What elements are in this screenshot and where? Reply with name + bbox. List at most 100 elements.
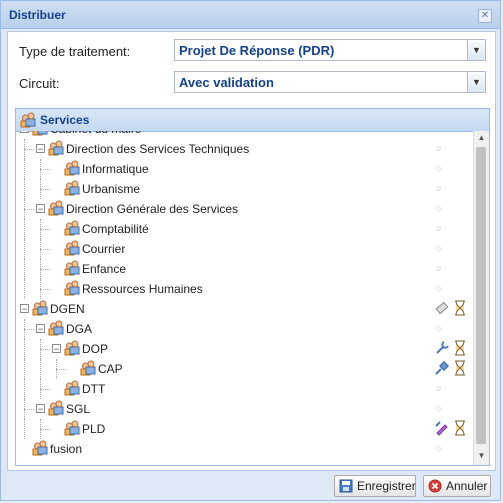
tree-guide [24, 359, 25, 379]
tree-node[interactable]: − DGA [16, 319, 474, 339]
tree-node[interactable]: Enfance [16, 259, 474, 279]
circuit-combo[interactable]: Avec validation ▼ [174, 71, 486, 93]
pin-icon[interactable] [434, 300, 450, 316]
status-dot-icon [436, 226, 441, 231]
tree-guide [24, 379, 25, 399]
tree-connector [24, 149, 34, 150]
tree-node-label[interactable]: PLD [82, 422, 105, 436]
tree-connector [24, 209, 34, 210]
cancel-button[interactable]: Annuler [423, 475, 491, 497]
collapse-toggle-icon[interactable]: − [20, 304, 29, 314]
tree-connector [40, 349, 50, 350]
tree-node-label[interactable]: Direction des Services Techniques [66, 142, 249, 156]
group-icon [48, 200, 64, 216]
type-combo[interactable]: Projet De Réponse (PDR) ▼ [174, 39, 486, 61]
tree-node-label[interactable]: Ressources Humaines [82, 282, 203, 296]
tree-node[interactable]: DTT [16, 379, 474, 399]
tree-node[interactable]: Comptabilité [16, 219, 474, 239]
tree-node[interactable]: Urbanisme [16, 179, 474, 199]
tree-node[interactable]: − DGEN [16, 299, 474, 319]
chevron-down-icon[interactable]: ▼ [467, 72, 485, 92]
tree-node[interactable]: PLD [16, 419, 474, 439]
save-button[interactable]: Enregistrer [334, 475, 416, 497]
collapse-toggle-icon[interactable]: − [52, 344, 61, 354]
dialog-titlebar[interactable]: Distribuer ✕ [1, 1, 500, 29]
tree-node[interactable]: − Direction Générale des Services [16, 199, 474, 219]
group-icon [64, 160, 80, 176]
collapse-toggle-icon[interactable]: − [36, 144, 45, 154]
hourglass-icon[interactable] [452, 360, 468, 376]
group-icon [80, 360, 96, 376]
scroll-thumb[interactable] [476, 147, 486, 444]
tree-node-label[interactable]: Cabinet du maire [50, 131, 141, 136]
tree-node-label[interactable]: Urbanisme [82, 182, 140, 196]
tree-node-label[interactable]: Enfance [82, 262, 126, 276]
circuit-value: Avec validation [179, 75, 274, 90]
tree-connector [40, 229, 50, 230]
tree-node[interactable]: Courrier [16, 239, 474, 259]
tree-guide [40, 259, 41, 279]
tree-scrollbar[interactable]: ▲ ▼ [473, 131, 489, 465]
tree-connector [40, 249, 50, 250]
tree-node[interactable]: − DOP [16, 339, 474, 359]
tree-connector [40, 189, 50, 190]
tree-node[interactable]: CAP [16, 359, 474, 379]
tree-node[interactable]: − Cabinet du maire [16, 131, 474, 139]
tree-node-label[interactable]: DGEN [50, 302, 85, 316]
tree-guide [24, 399, 25, 419]
tree-guide [40, 359, 41, 379]
wrench-icon[interactable] [434, 340, 450, 356]
status-dot-icon [436, 186, 441, 191]
tree-guide [40, 179, 41, 199]
hourglass-icon[interactable] [452, 420, 468, 436]
save-label: Enregistrer [357, 479, 416, 493]
group-icon [64, 180, 80, 196]
tree-guide [24, 159, 25, 179]
tree-guide [40, 419, 41, 439]
tree-connector [40, 169, 50, 170]
group-icon [64, 240, 80, 256]
group-icon [48, 400, 64, 416]
cancel-label: Annuler [446, 479, 488, 493]
tree-node[interactable]: − Direction des Services Techniques [16, 139, 474, 159]
tree-node-label[interactable]: Comptabilité [82, 222, 149, 236]
tree-node-label[interactable]: DOP [82, 342, 108, 356]
status-dot-icon [436, 386, 441, 391]
tree-guide [40, 279, 41, 299]
hourglass-icon[interactable] [452, 300, 468, 316]
tree-guide [24, 199, 25, 219]
scroll-up-icon[interactable]: ▲ [476, 133, 487, 143]
tree-node[interactable]: − SGL [16, 399, 474, 419]
chevron-down-icon[interactable]: ▼ [467, 40, 485, 60]
tree-connector [24, 409, 34, 410]
tree-node-label[interactable]: SGL [66, 402, 90, 416]
tree-node-label[interactable]: CAP [98, 362, 123, 376]
tree-guide [24, 139, 25, 159]
hourglass-icon[interactable] [452, 340, 468, 356]
services-panel-title: Services [40, 113, 90, 127]
collapse-toggle-icon[interactable]: − [20, 131, 29, 134]
scroll-down-icon[interactable]: ▼ [476, 451, 487, 461]
close-icon[interactable]: ✕ [478, 9, 492, 23]
tree-node[interactable]: fusion [16, 439, 474, 459]
cancel-icon [428, 479, 442, 493]
collapse-toggle-icon[interactable]: − [36, 404, 45, 414]
tree-node-label[interactable]: DGA [66, 322, 92, 336]
collapse-toggle-icon[interactable]: − [36, 324, 45, 334]
tree-guide [40, 219, 41, 239]
tree-node[interactable]: Ressources Humaines [16, 279, 474, 299]
tree-node-label[interactable]: Informatique [82, 162, 149, 176]
tree-node-label[interactable]: fusion [50, 442, 82, 456]
group-icon [64, 260, 80, 276]
tree-node-label[interactable]: Courrier [82, 242, 125, 256]
plug-icon[interactable] [434, 360, 450, 376]
circuit-label: Circuit: [19, 76, 60, 91]
pen-icon[interactable] [434, 420, 450, 436]
tree-node[interactable]: Informatique [16, 159, 474, 179]
status-dot-icon [436, 146, 441, 151]
tree-node-label[interactable]: Direction Générale des Services [66, 202, 238, 216]
collapse-toggle-icon[interactable]: − [36, 204, 45, 214]
status-dot-icon [436, 406, 441, 411]
status-dot-icon [436, 246, 441, 251]
tree-node-label[interactable]: DTT [82, 382, 105, 396]
